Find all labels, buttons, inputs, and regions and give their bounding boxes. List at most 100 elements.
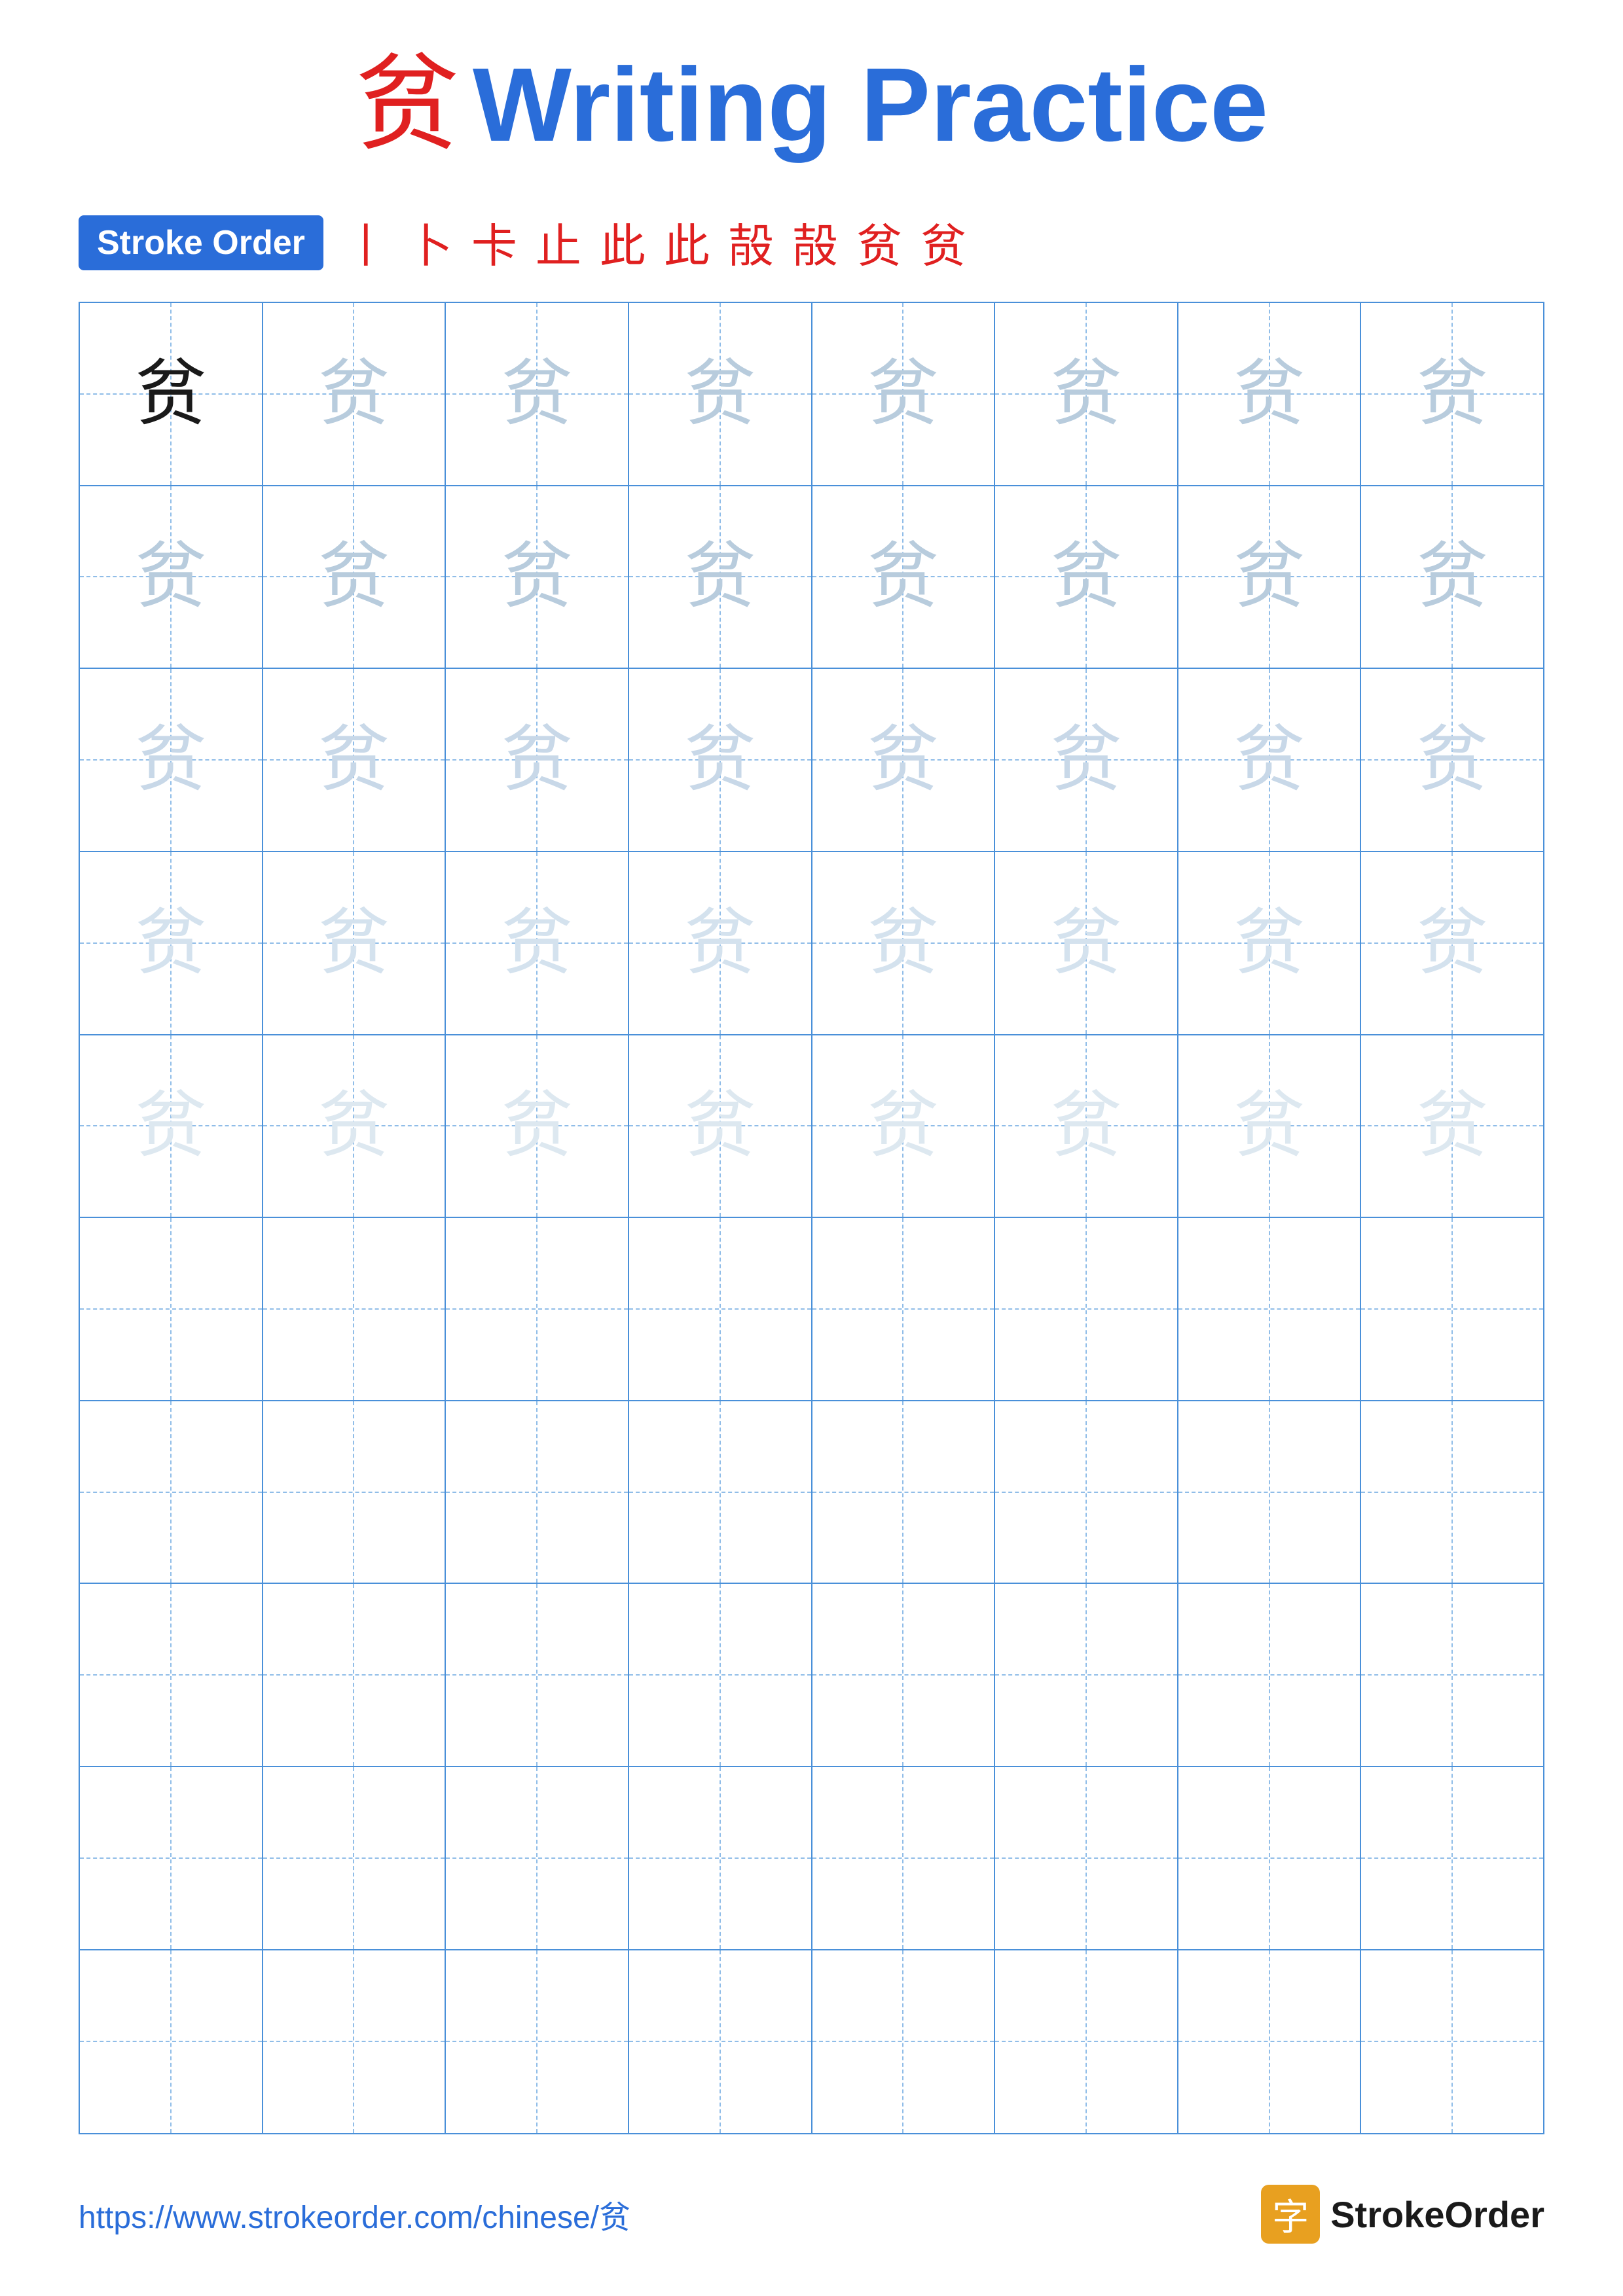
grid-cell[interactable] [812, 1950, 996, 2134]
grid-cell[interactable]: 贫 [1178, 852, 1362, 1035]
grid-cell[interactable]: 贫 [263, 486, 447, 670]
grid-cell[interactable]: 贫 [995, 669, 1178, 852]
brand-icon: 字 [1261, 2185, 1320, 2244]
grid-cell[interactable]: 贫 [1361, 486, 1543, 670]
grid-cell[interactable]: 贫 [263, 1035, 447, 1219]
practice-char: 贫 [318, 358, 390, 430]
grid-cell[interactable]: 贫 [446, 669, 629, 852]
grid-cell[interactable] [80, 1950, 263, 2134]
grid-cell[interactable] [995, 1401, 1178, 1585]
grid-cell[interactable] [812, 1218, 996, 1401]
practice-char: 贫 [1050, 907, 1122, 979]
grid-cell[interactable] [1178, 1767, 1362, 1950]
grid-cell[interactable] [629, 1584, 812, 1767]
footer-brand: 字 StrokeOrder [1261, 2185, 1544, 2244]
grid-cell[interactable] [995, 1218, 1178, 1401]
grid-cell[interactable]: 贫 [80, 303, 263, 486]
practice-char: 贫 [1233, 907, 1305, 979]
grid-cell[interactable]: 贫 [263, 303, 447, 486]
grid-cell[interactable]: 贫 [995, 486, 1178, 670]
grid-cell[interactable]: 贫 [1361, 669, 1543, 852]
grid-cell[interactable] [1178, 1950, 1362, 2134]
grid-cell[interactable]: 贫 [629, 1035, 812, 1219]
grid-cell[interactable]: 贫 [629, 669, 812, 852]
practice-char: 贫 [1050, 724, 1122, 796]
brand-name: StrokeOrder [1330, 2193, 1544, 2236]
grid-cell[interactable] [446, 1584, 629, 1767]
grid-cell[interactable] [446, 1767, 629, 1950]
grid-cell[interactable] [446, 1950, 629, 2134]
grid-cell[interactable] [812, 1767, 996, 1950]
grid-cell[interactable] [263, 1584, 447, 1767]
practice-grid: 贫 贫 贫 贫 贫 贫 贫 贫 [79, 302, 1544, 2134]
grid-cell[interactable]: 贫 [629, 852, 812, 1035]
grid-cell[interactable] [1178, 1218, 1362, 1401]
grid-cell[interactable]: 贫 [80, 669, 263, 852]
grid-cell[interactable] [629, 1401, 812, 1585]
grid-cell[interactable]: 贫 [812, 1035, 996, 1219]
footer-url[interactable]: https://www.strokeorder.com/chinese/贫 [79, 2191, 630, 2237]
grid-cell[interactable]: 贫 [995, 303, 1178, 486]
grid-cell[interactable]: 贫 [995, 1035, 1178, 1219]
stroke-4: 止 [536, 209, 581, 276]
grid-cell[interactable]: 贫 [1361, 303, 1543, 486]
grid-cell[interactable] [446, 1401, 629, 1585]
grid-cell[interactable]: 贫 [446, 303, 629, 486]
grid-cell[interactable] [1361, 1584, 1543, 1767]
grid-cell[interactable]: 贫 [446, 852, 629, 1035]
grid-cell[interactable]: 贫 [1178, 486, 1362, 670]
grid-cell[interactable] [1361, 1767, 1543, 1950]
grid-cell[interactable]: 贫 [80, 486, 263, 670]
grid-cell[interactable] [263, 1767, 447, 1950]
grid-cell[interactable]: 贫 [629, 303, 812, 486]
practice-char: 贫 [867, 907, 939, 979]
grid-cell[interactable] [812, 1401, 996, 1585]
practice-char: 贫 [684, 358, 756, 430]
grid-cell[interactable] [263, 1401, 447, 1585]
grid-cell[interactable]: 贫 [1361, 852, 1543, 1035]
grid-cell[interactable] [629, 1767, 812, 1950]
stroke-order-chars: 丨 卜 卡 止 此 此 㱿 㱿 贫 贫 [343, 209, 966, 276]
grid-cell[interactable] [1361, 1950, 1543, 2134]
grid-cell[interactable]: 贫 [1178, 1035, 1362, 1219]
grid-row-10 [80, 1950, 1543, 2134]
grid-cell[interactable] [263, 1950, 447, 2134]
practice-char: 贫 [135, 1090, 207, 1162]
grid-cell[interactable] [1178, 1401, 1362, 1585]
practice-char: 贫 [135, 907, 207, 979]
grid-cell[interactable] [995, 1767, 1178, 1950]
grid-cell[interactable] [812, 1584, 996, 1767]
grid-cell[interactable] [263, 1218, 447, 1401]
practice-char: 贫 [318, 724, 390, 796]
grid-cell[interactable]: 贫 [446, 486, 629, 670]
grid-cell[interactable]: 贫 [812, 852, 996, 1035]
grid-cell[interactable]: 贫 [80, 1035, 263, 1219]
grid-cell[interactable]: 贫 [812, 669, 996, 852]
grid-cell[interactable]: 贫 [263, 669, 447, 852]
grid-cell[interactable]: 贫 [629, 486, 812, 670]
grid-cell[interactable]: 贫 [446, 1035, 629, 1219]
grid-cell[interactable] [995, 1950, 1178, 2134]
grid-cell[interactable] [1361, 1401, 1543, 1585]
title-chinese-char: 贫 [355, 52, 460, 157]
grid-cell[interactable] [629, 1218, 812, 1401]
footer: https://www.strokeorder.com/chinese/贫 字 … [79, 2185, 1544, 2244]
grid-cell[interactable]: 贫 [812, 486, 996, 670]
grid-cell[interactable]: 贫 [263, 852, 447, 1035]
grid-cell[interactable] [995, 1584, 1178, 1767]
grid-cell[interactable] [80, 1401, 263, 1585]
grid-cell[interactable]: 贫 [80, 852, 263, 1035]
grid-cell[interactable]: 贫 [1361, 1035, 1543, 1219]
grid-cell[interactable] [80, 1584, 263, 1767]
grid-cell[interactable]: 贫 [1178, 669, 1362, 852]
grid-cell[interactable] [629, 1950, 812, 2134]
grid-cell[interactable]: 贫 [995, 852, 1178, 1035]
grid-cell[interactable] [1178, 1584, 1362, 1767]
grid-cell[interactable] [80, 1767, 263, 1950]
grid-cell[interactable]: 贫 [1178, 303, 1362, 486]
grid-cell[interactable] [446, 1218, 629, 1401]
grid-cell[interactable] [80, 1218, 263, 1401]
grid-cell[interactable] [1361, 1218, 1543, 1401]
grid-cell[interactable]: 贫 [812, 303, 996, 486]
practice-char: 贫 [1416, 358, 1488, 430]
